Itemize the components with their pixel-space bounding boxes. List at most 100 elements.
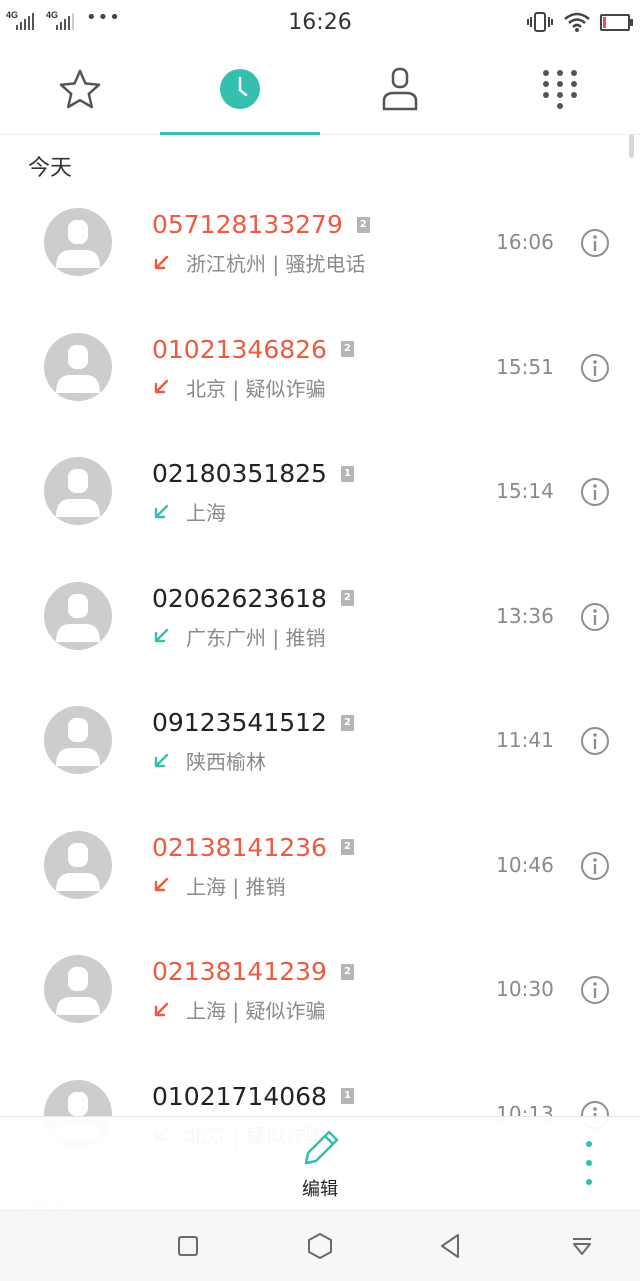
incoming-call-arrow-icon [154,628,169,643]
info-icon[interactable] [580,228,610,258]
default-avatar-icon [56,718,100,766]
default-avatar-icon [56,469,100,517]
call-log-list: 057128133279 2 浙江杭州 | 骚扰电话 16:06 0102134… [0,180,640,1216]
call-time: 15:51 [496,354,554,379]
phone-number: 02138141236 2 [152,833,354,862]
avatar [44,208,112,276]
home-hexagon-icon[interactable] [302,1228,338,1264]
call-detail: 陕西榆林 [152,746,266,775]
edit-label: 编辑 [302,1179,338,1200]
phone-number-text: 01021346826 [152,334,327,364]
more-vertical-icon[interactable] [574,1141,604,1185]
incoming-call-arrow-icon [154,504,169,518]
status-bar: 4G 4G ••• 16:26 [0,0,640,44]
avatar [44,581,112,650]
avatar [44,457,112,525]
info-icon[interactable] [580,602,610,632]
sim-badge: 2 [356,216,370,233]
selected-tab-indicator [160,132,320,135]
phone-number-text: 01021714068 [152,1081,327,1111]
phone-number: 02062623618 2 [152,584,354,613]
sim-badge: 1 [340,465,354,482]
pencil-icon [304,1130,339,1165]
clock-icon [220,69,260,109]
call-detail: 上海 [152,497,226,526]
call-time: 16:06 [496,230,554,254]
phone-number-text: 02062623618 [152,583,327,613]
caller-location: 陕西榆林 [186,750,266,774]
info-icon[interactable] [580,353,610,383]
default-avatar-icon [56,220,100,268]
phone-number-text: 02138141236 [152,832,327,862]
call-detail: 广东广州 | 推销 [152,622,325,651]
call-log-row[interactable]: 09123541512 2 陕西榆林 11:41 [0,678,640,802]
dialpad-icon [543,70,577,109]
info-icon[interactable] [580,851,610,881]
phone-number: 09123541512 2 [152,708,354,737]
sim-badge: 2 [340,714,354,731]
phone-number: 057128133279 2 [152,210,370,239]
notification-pull-icon[interactable] [564,1228,600,1264]
call-log-row[interactable]: 02138141236 2 上海 | 推销 10:46 [0,803,640,927]
missed-call-arrow-icon [154,1002,169,1016]
phone-number: 01021714068 1 [152,1082,354,1111]
call-time: 10:30 [496,977,554,1001]
default-avatar-icon [56,344,100,393]
vibrate-icon [527,12,553,32]
call-detail: 上海 | 推销 [152,871,285,900]
call-log-row[interactable]: 02062623618 2 广东广州 | 推销 13:36 [0,554,640,678]
back-triangle-icon[interactable] [432,1228,468,1264]
star-icon [59,69,101,109]
call-log-row[interactable]: 057128133279 2 浙江杭州 | 骚扰电话 16:06 [0,180,640,304]
avatar [44,830,112,899]
missed-call-arrow-icon [154,255,169,269]
call-time: 10:46 [496,852,554,877]
default-avatar-icon [56,842,100,891]
info-icon[interactable] [580,975,610,1005]
tab-recents[interactable] [160,44,320,134]
tab-contacts[interactable] [320,44,480,134]
caller-location: 北京 | 疑似诈骗 [186,376,326,401]
avatar [44,706,112,774]
avatar [44,332,112,401]
call-log-row[interactable]: 02138141239 2 上海 | 疑似诈骗 10:30 [0,927,640,1051]
recents-square-icon[interactable] [170,1228,206,1264]
info-icon[interactable] [580,726,610,756]
tab-bar [0,44,640,135]
sim-badge: 1 [340,1088,354,1104]
phone-number-text: 02180351825 [152,459,327,488]
incoming-call-arrow-icon [154,753,169,767]
call-detail: 北京 | 疑似诈骗 [152,373,325,402]
call-time: 11:41 [496,728,554,752]
phone-number: 02180351825 1 [152,459,354,488]
phone-number: 02138141239 2 [152,957,354,986]
edit-button[interactable]: 编辑 [270,1127,370,1207]
caller-location: 上海 | 推销 [186,874,286,899]
sim-badge: 2 [340,963,354,980]
scrollbar[interactable] [629,134,634,158]
caller-location: 上海 [186,501,226,525]
avatar [44,955,112,1023]
phone-number-text: 057128133279 [152,210,343,239]
call-time: 15:14 [496,479,554,503]
default-avatar-icon [56,593,100,642]
phone-number-text: 09123541512 [152,708,327,737]
bottom-action-bar: 编辑 [0,1116,640,1211]
wifi-icon [564,12,590,32]
sim-badge: 2 [340,839,354,855]
sim-badge: 2 [340,341,354,357]
tab-dialpad[interactable] [480,44,640,134]
missed-call-arrow-icon [154,379,169,394]
caller-location: 上海 | 疑似诈骗 [186,999,326,1023]
default-avatar-icon [56,967,100,1015]
caller-location: 广东广州 | 推销 [186,625,326,650]
sim-badge: 2 [340,590,354,606]
call-log-row[interactable]: 02180351825 1 上海 15:14 [0,429,640,553]
call-log-row[interactable]: 01021346826 2 北京 | 疑似诈骗 15:51 [0,305,640,429]
caller-location: 浙江杭州 | 骚扰电话 [186,252,366,276]
person-icon [382,67,418,111]
info-icon[interactable] [580,477,610,507]
call-time: 13:36 [496,603,554,628]
call-detail: 浙江杭州 | 骚扰电话 [152,248,365,277]
tab-favorites[interactable] [0,44,160,134]
